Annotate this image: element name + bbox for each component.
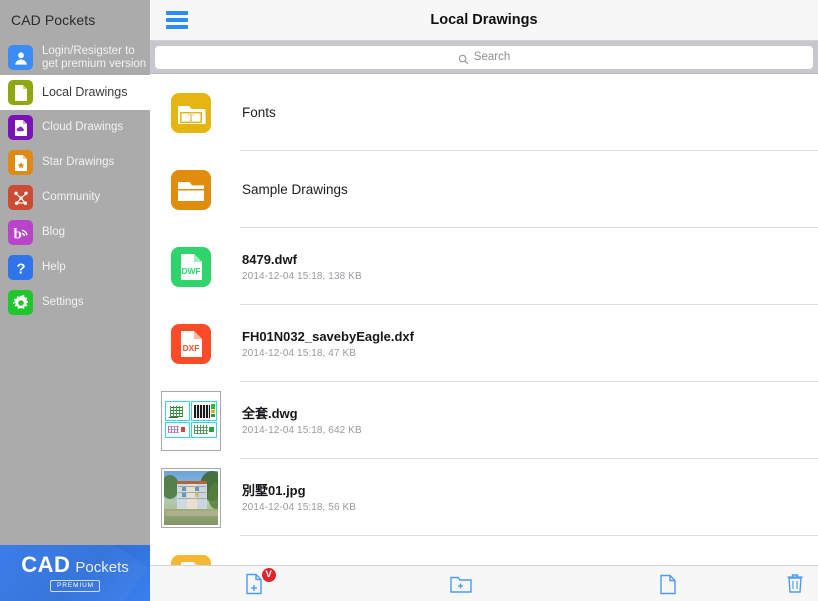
delete-button[interactable] [772,566,818,601]
sidebar-item-help[interactable]: ? Help [0,250,150,285]
sidebar-item-local-drawings[interactable]: Local Drawings [0,75,150,110]
file-name: 全套.dwg [242,405,298,421]
question-mark-icon: ? [8,255,33,280]
sidebar-item-label: Star Drawings [42,156,115,168]
list-item[interactable]: 砖体.dwf [150,536,818,565]
file-name: 別墅01.jpg [242,482,306,498]
sidebar-item-blog[interactable]: b Blog [0,215,150,250]
search-bar: Search [150,41,818,74]
trash-icon [783,572,807,596]
main-content: Local Drawings Search T Fonts Sample Dra… [150,0,818,601]
sidebar-item-label: Login/Resigster to get premium version [42,44,147,70]
file-meta: 2014-12-04 15:18, 642 KB [242,424,362,436]
folder-icon [167,166,215,214]
svg-text:DXF: DXF [183,343,200,353]
premium-banner[interactable]: CAD Pockets PREMIUM [0,545,150,601]
file-name: FH01N032_savebyEagle.dxf [242,328,414,344]
network-icon [8,185,33,210]
sidebar-title: CAD Pockets [11,12,96,28]
new-file-button[interactable]: V [150,566,357,601]
hamburger-icon[interactable] [166,11,188,29]
sidebar-nav: Login/Resigster to get premium version L… [0,40,150,545]
sidebar: CAD Pockets Login/Resigster to get premi… [0,0,150,601]
sidebar-item-label: Local Drawings [42,85,128,99]
copy-file-icon [656,572,680,596]
file-list[interactable]: T Fonts Sample Drawings DWF 8479.dwf 201… [150,74,818,565]
list-item[interactable]: DWF 8479.dwf 2014-12-04 15:18, 138 KB [150,228,818,305]
folder-font-icon: T [167,89,215,137]
list-item[interactable]: 別墅01.jpg 2014-12-04 15:18, 56 KB [150,459,818,536]
sidebar-item-label: Cloud Drawings [42,121,124,133]
file-dxf-icon: DXF [167,320,215,368]
document-icon [8,80,33,105]
list-item[interactable]: T Fonts [150,74,818,151]
list-item-text: FH01N032_savebyEagle.dxf 2014-12-04 15:1… [242,329,414,359]
sidebar-item-settings[interactable]: Settings [0,285,150,320]
bottom-toolbar: V [150,565,818,601]
list-item-text: 8479.dwf 2014-12-04 15:18, 138 KB [242,252,362,282]
status-badge: V [260,566,277,583]
list-item[interactable]: Sample Drawings [150,151,818,228]
page-title: Local Drawings [430,12,538,28]
user-icon [8,45,33,70]
sidebar-item-label: Blog [42,226,66,238]
brand-name-main: CAD [21,552,71,577]
new-folder-icon [449,572,473,596]
sidebar-item-community[interactable]: Community [0,180,150,215]
file-meta: 2014-12-04 15:18, 138 KB [242,270,362,282]
top-navigation-bar: Local Drawings [150,0,818,41]
svg-text:T: T [188,113,194,123]
list-item[interactable]: DXF FH01N032_savebyEagle.dxf 2014-12-04 … [150,305,818,382]
sidebar-item-label: Community [42,191,101,203]
list-item-text: 別墅01.jpg 2014-12-04 15:18, 56 KB [242,483,356,513]
blog-icon: b [8,220,33,245]
sidebar-item-cloud-drawings[interactable]: Cloud Drawings [0,110,150,145]
file-name: 8479.dwf [242,251,297,267]
list-item[interactable]: 全套.dwg 2014-12-04 15:18, 642 KB [150,382,818,459]
brand-name-sub: Pockets [75,559,129,576]
app-window: CAD Pockets Login/Resigster to get premi… [0,0,818,601]
sidebar-item-login[interactable]: Login/Resigster to get premium version [0,40,150,75]
premium-badge: PREMIUM [50,580,100,592]
sidebar-item-star-drawings[interactable]: Star Drawings [0,145,150,180]
sidebar-item-label: Help [42,261,66,273]
list-item-text: 全套.dwg 2014-12-04 15:18, 642 KB [242,406,362,436]
gear-icon [8,290,33,315]
sidebar-item-label: Settings [42,296,84,308]
file-meta: 2014-12-04 15:18, 56 KB [242,501,357,513]
photo-thumbnail [161,467,221,528]
search-icon [458,52,469,64]
search-placeholder: Search [473,51,511,63]
search-input[interactable]: Search [155,45,813,69]
brand-logo: CAD Pockets [21,554,129,577]
cloud-document-icon [8,115,33,140]
list-item-text: Fonts [242,105,276,121]
file-meta: 2014-12-04 15:18, 47 KB [242,347,357,359]
file-name: Sample Drawings [242,181,348,197]
list-item-text: Sample Drawings [242,182,348,198]
file-name: Fonts [242,104,276,120]
file-dwf-yellow-icon [167,551,215,565]
file-dwf-icon: DWF [167,243,215,291]
new-folder-button[interactable] [357,566,564,601]
drawing-thumbnail [161,390,221,451]
copy-button[interactable] [565,566,772,601]
svg-text:b: b [13,226,21,242]
new-file-icon: V [242,566,277,596]
svg-text:?: ? [16,260,25,277]
svg-text:DWF: DWF [181,266,200,276]
star-document-icon [8,150,33,175]
